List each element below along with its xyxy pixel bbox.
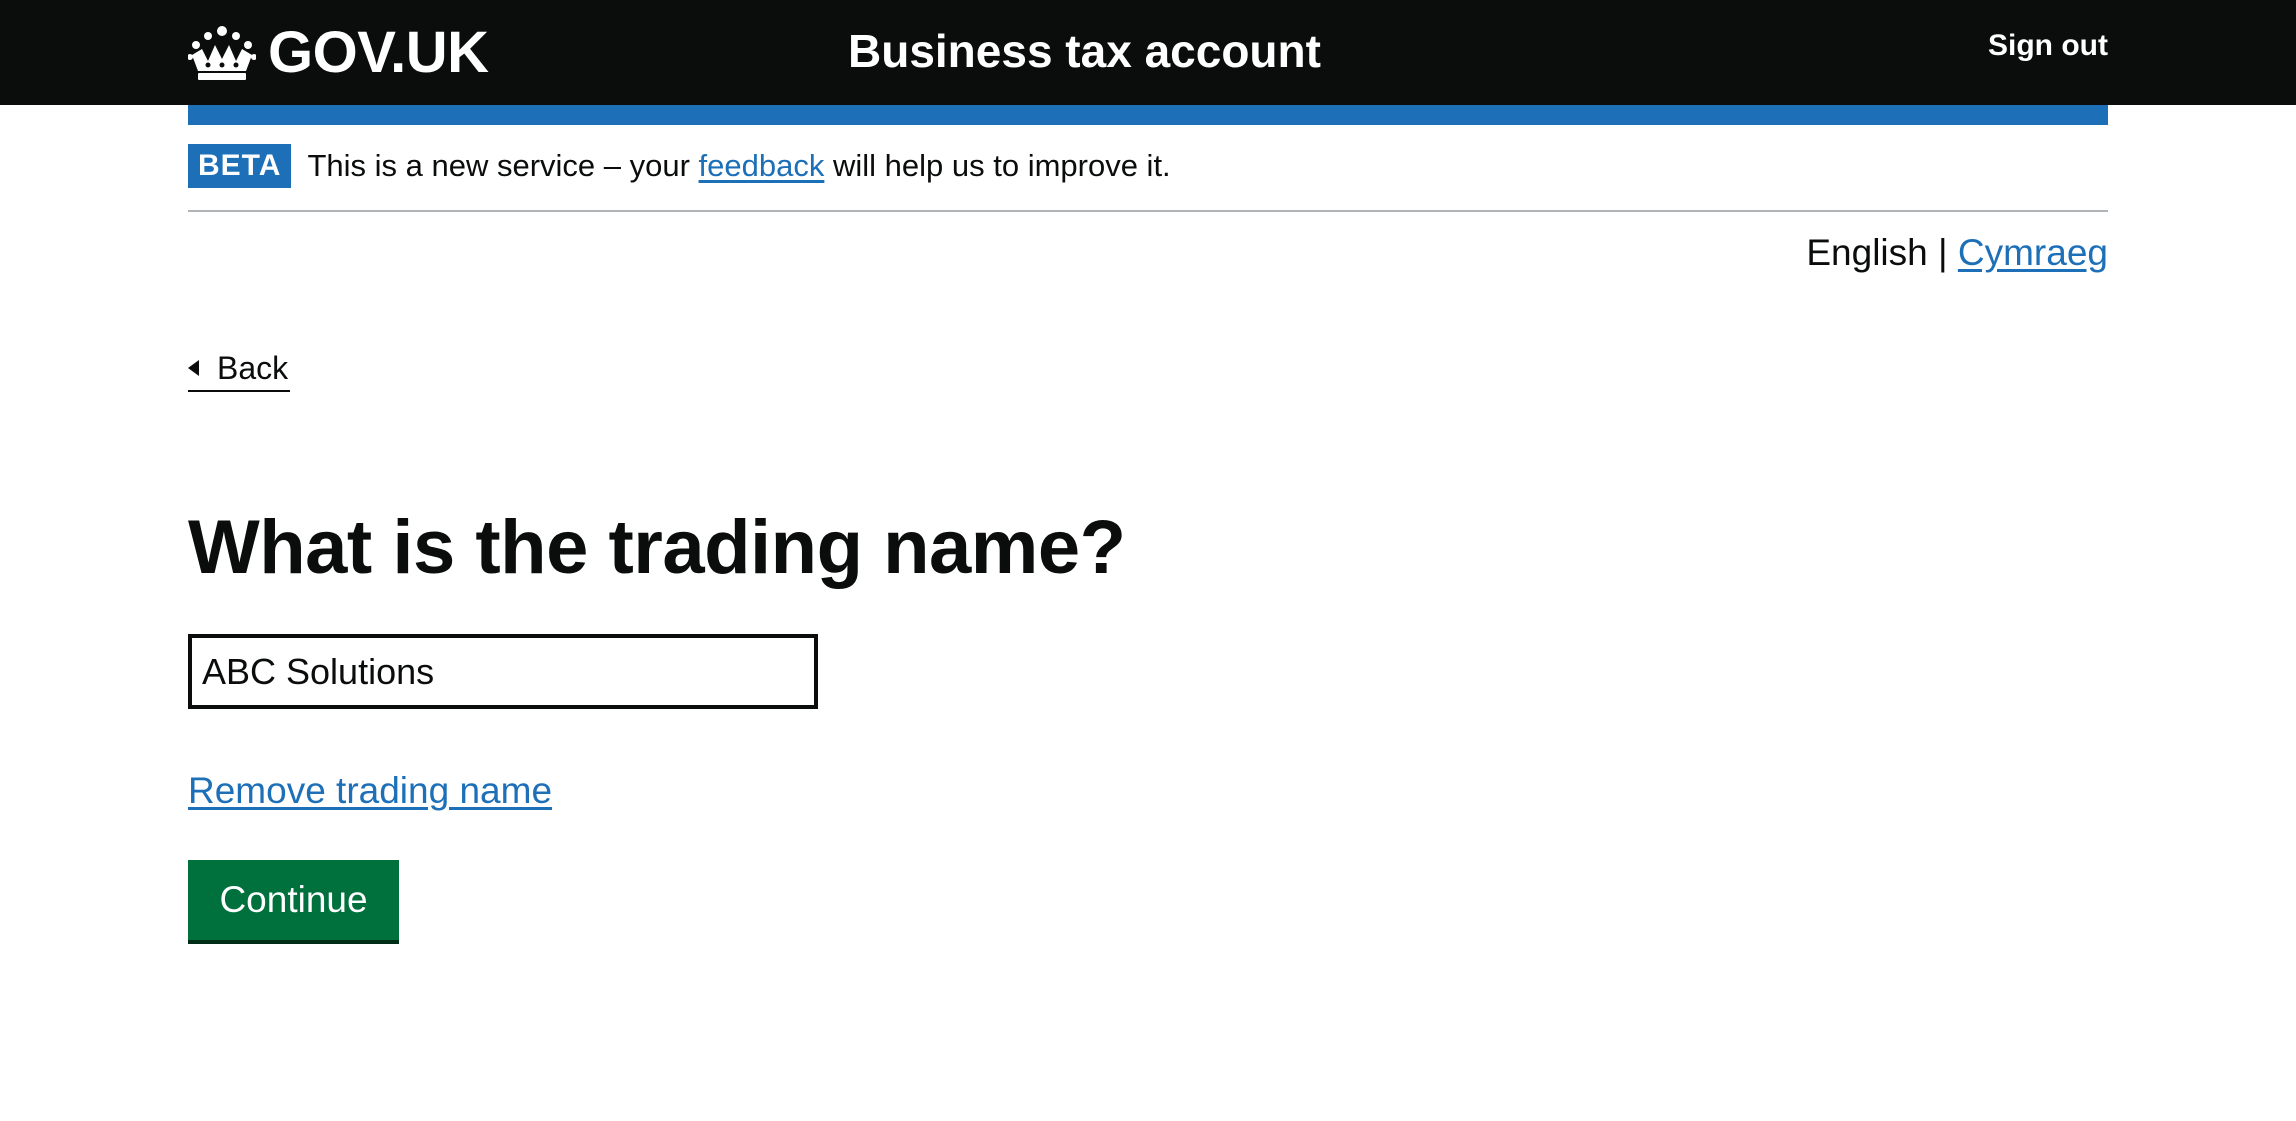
feedback-link[interactable]: feedback: [699, 148, 825, 183]
site-header: GOV.UK Business tax account Sign out: [0, 0, 2296, 105]
language-cymraeg-link[interactable]: Cymraeg: [1958, 232, 2108, 273]
remove-trading-name-link[interactable]: Remove trading name: [188, 765, 552, 817]
language-current: English: [1806, 232, 1928, 273]
beta-tag: BETA: [188, 144, 292, 188]
language-switcher: English | Cymraeg: [1806, 228, 2108, 278]
back-arrow-icon: [188, 360, 199, 376]
govuk-logo-text: GOV.UK: [268, 20, 489, 85]
service-name-link[interactable]: Business tax account: [848, 22, 1321, 80]
page-title: What is the trading name?: [188, 505, 1126, 590]
back-link-label: Back: [217, 350, 289, 386]
continue-button[interactable]: Continue: [188, 860, 399, 940]
sign-out-link[interactable]: Sign out: [1988, 26, 2108, 66]
back-link[interactable]: Back: [188, 346, 291, 392]
govuk-logo-link[interactable]: GOV.UK: [188, 18, 489, 88]
phase-banner: BETA This is a new service – your feedba…: [188, 144, 2108, 212]
trading-name-input[interactable]: [188, 634, 818, 709]
phase-text-after: will help us to improve it.: [824, 148, 1171, 183]
phase-text-before: This is a new service – your: [307, 148, 699, 183]
header-blue-bar: [188, 105, 2108, 125]
crown-icon: [188, 26, 256, 80]
phase-banner-text: This is a new service – your feedback wi…: [307, 144, 1170, 188]
language-separator: |: [1927, 232, 1958, 273]
